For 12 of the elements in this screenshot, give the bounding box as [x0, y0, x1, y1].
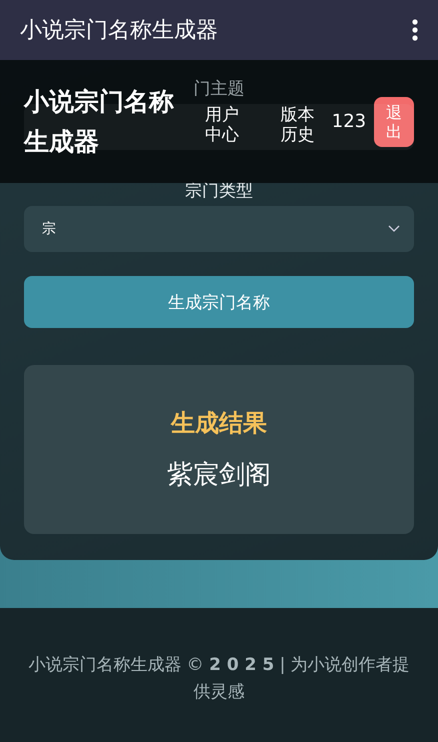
nav-link[interactable]: 用户中心: [205, 104, 242, 144]
user-name: 123: [332, 111, 366, 132]
generate-button[interactable]: 生成宗门名称: [24, 276, 414, 328]
result-title: 生成结果: [171, 408, 267, 439]
site-title: 小说宗门名称生成器: [24, 86, 175, 158]
result-name: 紫宸剑阁: [167, 459, 271, 492]
nav-link[interactable]: 版本历史: [280, 104, 318, 144]
field-label: 宗门类型: [185, 182, 253, 200]
field-label: 门主题: [194, 80, 244, 98]
footer-text: 小说宗门名称生成器 © 2 0 2 5 | 为小说创作者提供灵感: [27, 654, 411, 704]
type-select[interactable]: 宗: [24, 206, 414, 252]
app-title: 小说宗门名称生成器: [20, 17, 218, 45]
